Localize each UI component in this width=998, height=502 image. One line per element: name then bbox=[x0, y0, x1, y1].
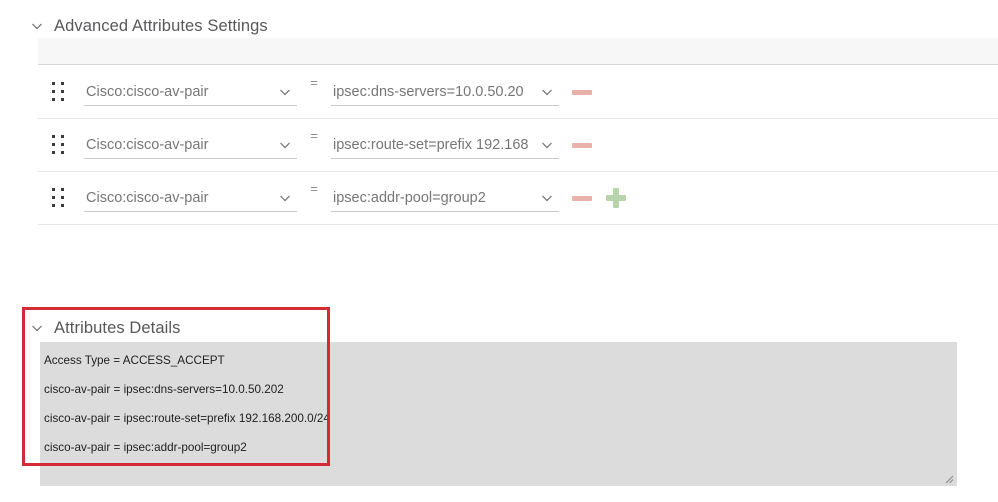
attribute-name-select-3[interactable]: Cisco:cisco-av-pair bbox=[84, 184, 297, 212]
equals-label-1: = bbox=[310, 75, 318, 90]
equals-label-3: = bbox=[310, 181, 318, 196]
minus-icon[interactable] bbox=[571, 187, 593, 209]
resize-grip-icon[interactable] bbox=[942, 472, 954, 484]
details-line: Access Type = ACCESS_ACCEPT bbox=[44, 354, 225, 367]
attribute-name-select-1[interactable]: Cisco:cisco-av-pair bbox=[84, 78, 297, 106]
drag-handle-icon[interactable] bbox=[50, 187, 66, 209]
attribute-value-select-1[interactable]: ipsec:dns-servers=10.0.50.20 bbox=[331, 78, 559, 106]
attribute-value-3: ipsec:addr-pool=group2 bbox=[333, 189, 486, 206]
plus-icon[interactable] bbox=[605, 187, 627, 209]
chevron-down-icon[interactable] bbox=[30, 321, 44, 335]
details-line: cisco-av-pair = ipsec:addr-pool=group2 bbox=[44, 441, 247, 454]
attribute-name-value-1: Cisco:cisco-av-pair bbox=[86, 83, 209, 100]
attribute-value-select-2[interactable]: ipsec:route-set=prefix 192.168 bbox=[331, 131, 559, 159]
attribute-name-value-3: Cisco:cisco-av-pair bbox=[86, 189, 209, 206]
attribute-name-select-2[interactable]: Cisco:cisco-av-pair bbox=[84, 131, 297, 159]
drag-handle-icon[interactable] bbox=[50, 134, 66, 156]
drag-handle-icon[interactable] bbox=[50, 81, 66, 103]
attributes-details-title: Attributes Details bbox=[54, 318, 181, 337]
chevron-down-icon[interactable] bbox=[539, 137, 555, 153]
attribute-value-2: ipsec:route-set=prefix 192.168 bbox=[333, 136, 529, 153]
chevron-down-icon[interactable] bbox=[277, 137, 293, 153]
advanced-attributes-section-header[interactable]: Advanced Attributes Settings bbox=[0, 12, 500, 40]
table-row: Cisco:cisco-av-pair = ipsec:addr-pool=gr… bbox=[38, 172, 998, 225]
table-row: Cisco:cisco-av-pair = ipsec:dns-servers=… bbox=[38, 66, 998, 119]
advanced-attributes-title: Advanced Attributes Settings bbox=[54, 16, 268, 35]
details-line: cisco-av-pair = ipsec:dns-servers=10.0.5… bbox=[44, 383, 284, 396]
chevron-down-icon[interactable] bbox=[277, 190, 293, 206]
minus-icon[interactable] bbox=[571, 134, 593, 156]
attribute-value-select-3[interactable]: ipsec:addr-pool=group2 bbox=[331, 184, 559, 212]
attributes-rows: Cisco:cisco-av-pair = ipsec:dns-servers=… bbox=[38, 66, 998, 225]
chevron-down-icon[interactable] bbox=[539, 190, 555, 206]
table-row: Cisco:cisco-av-pair = ipsec:route-set=pr… bbox=[38, 119, 998, 172]
equals-label-2: = bbox=[310, 128, 318, 143]
attributes-grid-toolbar bbox=[38, 38, 998, 65]
attribute-value-1: ipsec:dns-servers=10.0.50.20 bbox=[333, 83, 524, 100]
attributes-details-section-header[interactable]: Attributes Details bbox=[0, 314, 400, 342]
minus-icon[interactable] bbox=[571, 81, 593, 103]
details-line: cisco-av-pair = ipsec:route-set=prefix 1… bbox=[44, 412, 330, 425]
chevron-down-icon[interactable] bbox=[277, 84, 293, 100]
attributes-details-textarea[interactable]: Access Type = ACCESS_ACCEPT cisco-av-pai… bbox=[40, 342, 957, 486]
chevron-down-icon[interactable] bbox=[539, 84, 555, 100]
attribute-name-value-2: Cisco:cisco-av-pair bbox=[86, 136, 209, 153]
chevron-down-icon[interactable] bbox=[30, 19, 44, 33]
